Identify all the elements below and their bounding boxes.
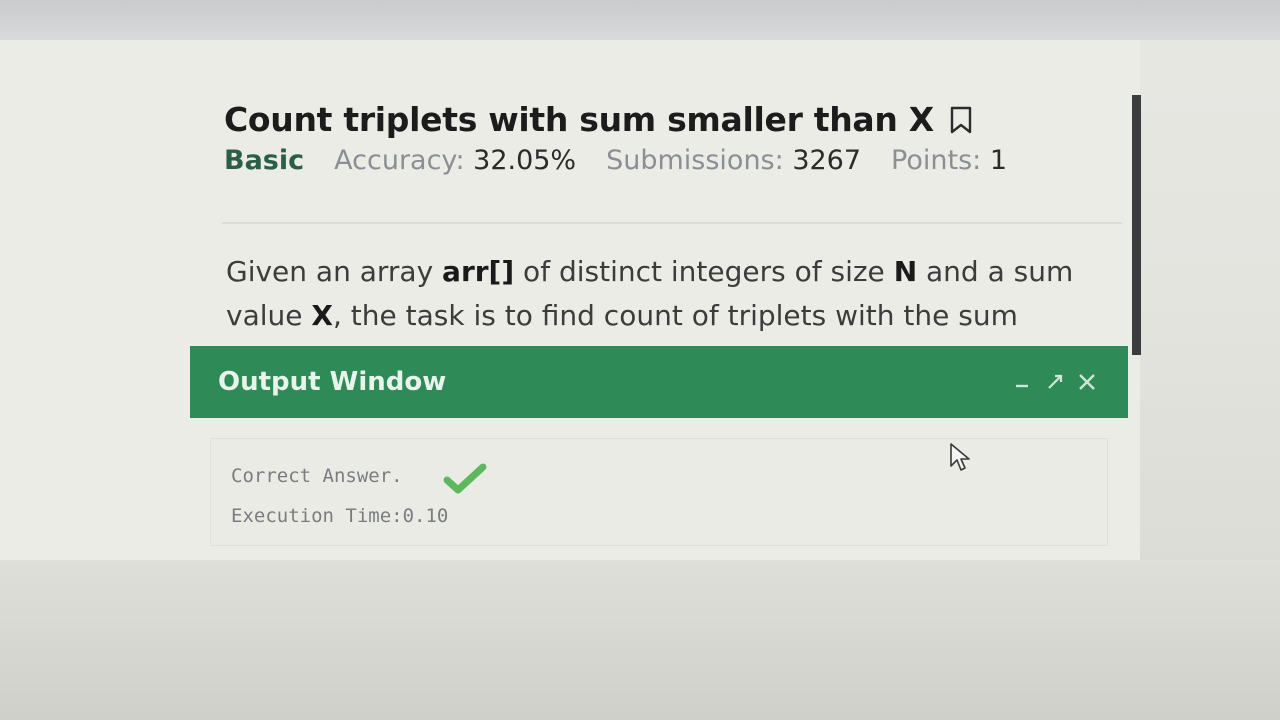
check-icon bbox=[443, 463, 487, 497]
points-label: Points: bbox=[891, 145, 982, 176]
description-n: N bbox=[893, 255, 918, 288]
expand-icon[interactable] bbox=[1044, 371, 1066, 393]
problem-description: Given an array arr[] of distinct integer… bbox=[226, 250, 1106, 338]
submissions-label: Submissions: bbox=[606, 145, 784, 176]
problem-meta: Basic Accuracy: 32.05% Submissions: 3267… bbox=[224, 145, 1104, 176]
points-value: 1 bbox=[989, 145, 1008, 176]
output-window-title: Output Window bbox=[218, 367, 447, 397]
accuracy-label: Accuracy: bbox=[334, 145, 465, 176]
submissions-value: 3267 bbox=[792, 145, 862, 176]
execution-time: Execution Time:0.10 bbox=[231, 505, 449, 527]
blank-area bbox=[0, 560, 1280, 720]
bookmark-icon[interactable] bbox=[948, 105, 974, 135]
description-text: Given an array bbox=[226, 255, 443, 288]
difficulty-badge: Basic bbox=[224, 145, 305, 176]
monitor-top-edge bbox=[0, 0, 1280, 40]
problem-header: Count triplets with sum smaller than X B… bbox=[224, 100, 1104, 176]
window-controls bbox=[1012, 371, 1098, 393]
description-text: , the task is to find count of triplets … bbox=[332, 299, 1018, 332]
scrollbar[interactable] bbox=[1132, 95, 1141, 355]
submissions-stat: Submissions: 3267 bbox=[606, 145, 861, 176]
result-message: Correct Answer. bbox=[231, 465, 403, 487]
description-x: X bbox=[311, 299, 333, 332]
title-row: Count triplets with sum smaller than X bbox=[224, 100, 1104, 139]
close-icon[interactable] bbox=[1076, 371, 1098, 393]
points-stat: Points: 1 bbox=[891, 145, 1007, 176]
accuracy-value: 32.05% bbox=[473, 145, 577, 176]
description-arr: arr[] bbox=[442, 255, 515, 288]
header-divider bbox=[222, 222, 1122, 224]
problem-title: Count triplets with sum smaller than X bbox=[224, 100, 934, 139]
screen: Count triplets with sum smaller than X B… bbox=[0, 0, 1280, 720]
output-window-header: Output Window bbox=[190, 346, 1128, 418]
pointer-cursor-icon bbox=[948, 442, 974, 474]
accuracy-stat: Accuracy: 32.05% bbox=[334, 145, 576, 176]
description-text: of distinct integers of size bbox=[514, 255, 894, 288]
minimize-icon[interactable] bbox=[1012, 371, 1034, 393]
